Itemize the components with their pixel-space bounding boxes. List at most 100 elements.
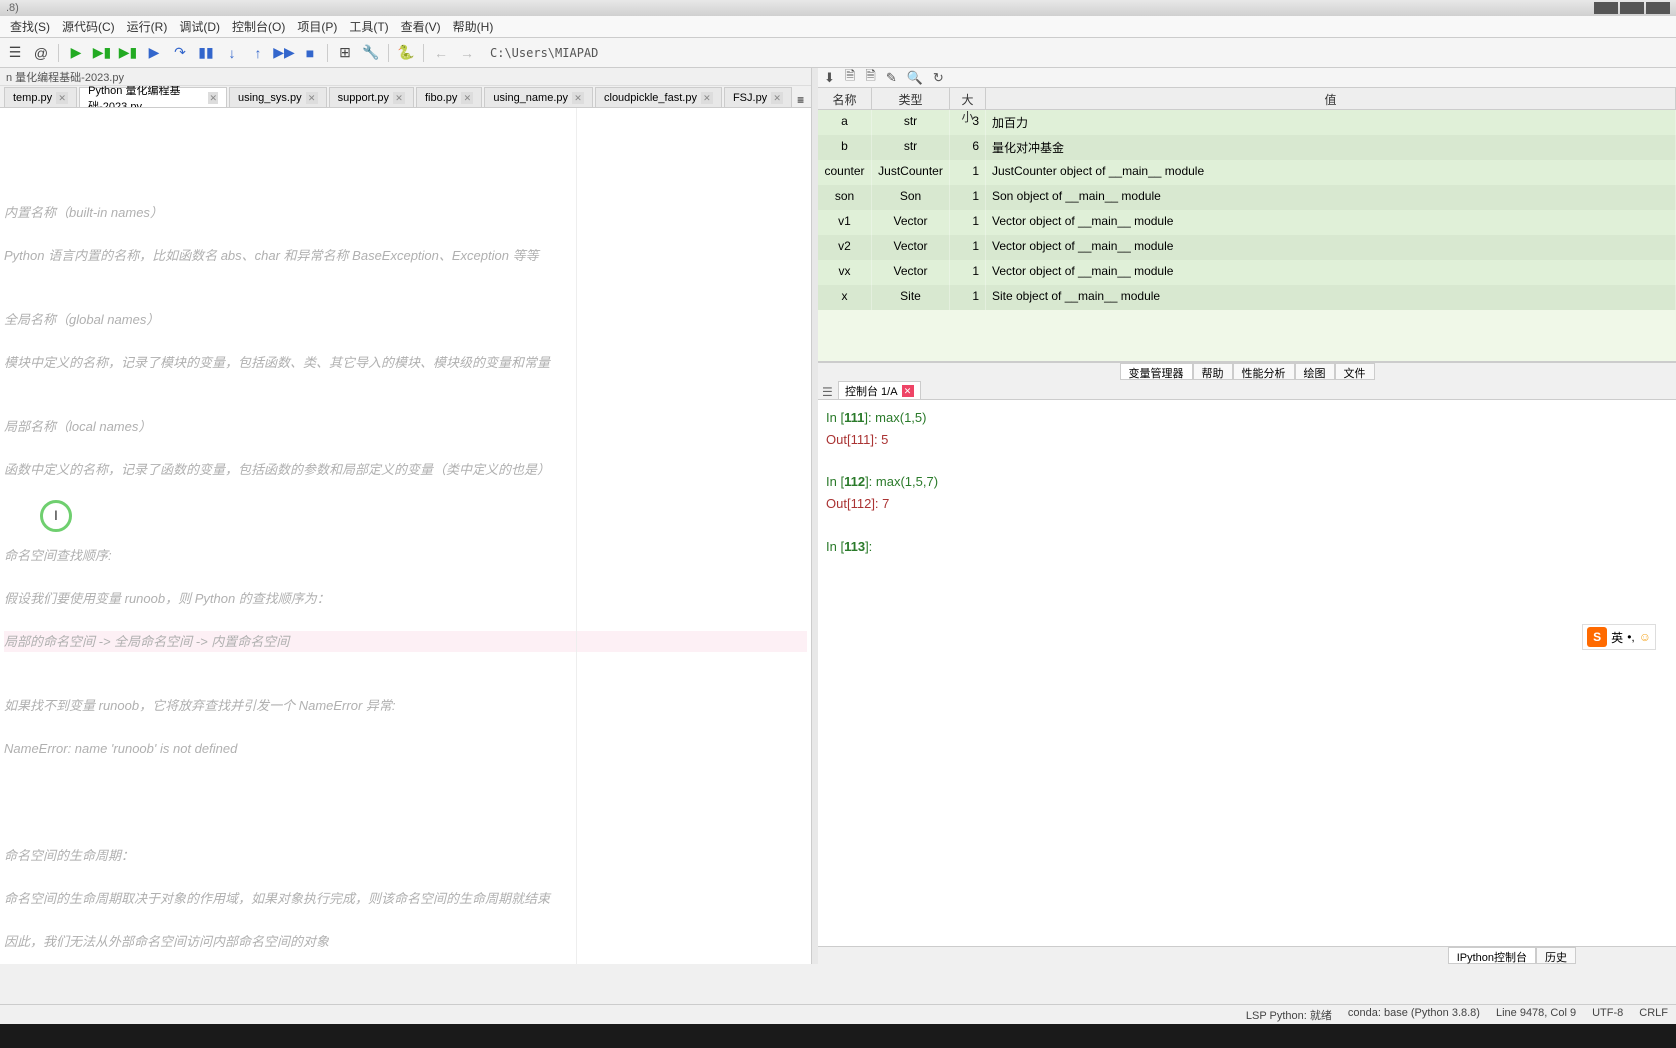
stop-icon[interactable]: ■ bbox=[299, 42, 321, 64]
import-icon[interactable]: ⬇ bbox=[824, 70, 835, 86]
back-icon[interactable]: ← bbox=[430, 42, 452, 64]
run-cell-advance-icon[interactable]: ▶▮ bbox=[117, 42, 139, 64]
menu-item[interactable]: 查找(S) bbox=[4, 16, 56, 37]
close-icon[interactable]: ✕ bbox=[902, 385, 914, 397]
variable-row[interactable]: xSite1Site object of __main__ module bbox=[818, 285, 1676, 310]
separator bbox=[423, 44, 424, 62]
close-icon[interactable]: ✕ bbox=[572, 92, 584, 104]
taskbar[interactable] bbox=[0, 1024, 1676, 1048]
variable-row[interactable]: sonSon1Son object of __main__ module bbox=[818, 185, 1676, 210]
code-line: 命名空间的生命周期： bbox=[4, 848, 134, 863]
variable-row[interactable]: bstr6量化对冲基金 bbox=[818, 135, 1676, 160]
close-icon[interactable]: ✕ bbox=[701, 92, 713, 104]
forward-icon[interactable]: → bbox=[456, 42, 478, 64]
status-line[interactable]: Line 9478, Col 9 bbox=[1496, 1007, 1576, 1023]
save-icon[interactable]: 🗎 bbox=[845, 67, 855, 89]
breadcrumb[interactable]: n 量化编程基础-2023.py bbox=[0, 68, 811, 86]
menu-item[interactable]: 控制台(O) bbox=[226, 16, 291, 37]
code-line bbox=[4, 269, 8, 284]
variable-row[interactable]: astr3加百力 bbox=[818, 110, 1676, 135]
max-button[interactable] bbox=[1620, 2, 1644, 14]
ime-indicator[interactable]: S 英 •, ☺ bbox=[1582, 624, 1656, 650]
explorer-tab[interactable]: 文件 bbox=[1335, 363, 1375, 380]
step-over-icon[interactable]: ↷ bbox=[169, 42, 191, 64]
debug-icon[interactable]: ▶ bbox=[143, 42, 165, 64]
console-menu-icon[interactable]: ☰ bbox=[822, 385, 838, 399]
code-line: 全局名称（global names） bbox=[4, 312, 159, 327]
status-conda[interactable]: conda: base (Python 3.8.8) bbox=[1348, 1007, 1480, 1023]
explorer-tab[interactable]: 绘图 bbox=[1295, 363, 1335, 380]
header-value[interactable]: 值 bbox=[986, 88, 1676, 109]
python-icon[interactable]: 🐍 bbox=[395, 42, 417, 64]
editor-tab[interactable]: cloudpickle_fast.py✕ bbox=[595, 87, 722, 107]
close-icon[interactable]: ✕ bbox=[208, 92, 218, 104]
menu-item[interactable]: 查看(V) bbox=[395, 16, 447, 37]
console-tab[interactable]: 控制台 1/A ✕ bbox=[838, 381, 921, 399]
variable-row[interactable]: counterJustCounter1JustCounter object of… bbox=[818, 160, 1676, 185]
separator bbox=[327, 44, 328, 62]
variable-row[interactable]: v1Vector1Vector object of __main__ modul… bbox=[818, 210, 1676, 235]
menu-icon[interactable]: ☰ bbox=[4, 42, 26, 64]
close-icon[interactable]: ✕ bbox=[461, 92, 473, 104]
tabs-menu-icon[interactable]: ≡ bbox=[794, 93, 807, 107]
ime-logo-icon: S bbox=[1587, 627, 1607, 647]
close-icon[interactable]: ✕ bbox=[306, 92, 318, 104]
emoji-icon[interactable]: ☺ bbox=[1639, 630, 1651, 644]
code-line bbox=[4, 569, 8, 584]
code-line bbox=[4, 398, 8, 413]
status-eol[interactable]: CRLF bbox=[1639, 1007, 1668, 1023]
code-editor[interactable]: 内置名称（built-in names） Python 语言内置的名称，比如函数… bbox=[0, 108, 811, 964]
continue-icon[interactable]: ▶▶ bbox=[273, 42, 295, 64]
explorer-tab[interactable]: 帮助 bbox=[1193, 363, 1233, 380]
variable-row[interactable]: vxVector1Vector object of __main__ modul… bbox=[818, 260, 1676, 285]
header-type[interactable]: 类型 bbox=[872, 88, 950, 109]
pause-icon[interactable]: ▮▮ bbox=[195, 42, 217, 64]
editor-tab[interactable]: using_name.py✕ bbox=[484, 87, 593, 107]
editor-tab[interactable]: support.py✕ bbox=[329, 87, 414, 107]
menu-item[interactable]: 源代码(C) bbox=[56, 16, 121, 37]
menu-item[interactable]: 帮助(H) bbox=[447, 16, 500, 37]
explorer-tab[interactable]: 性能分析 bbox=[1233, 363, 1295, 380]
close-icon[interactable]: ✕ bbox=[393, 92, 405, 104]
clear-icon[interactable]: ✎ bbox=[886, 70, 897, 86]
layout-icon[interactable]: ⊞ bbox=[334, 42, 356, 64]
code-line: 如果找不到变量 runoob，它将放弃查找并引发一个 NameError 异常: bbox=[4, 698, 396, 713]
working-dir[interactable]: C:\Users\MIAPAD bbox=[490, 46, 598, 60]
menu-item[interactable]: 项目(P) bbox=[291, 16, 343, 37]
variable-row[interactable]: v2Vector1Vector object of __main__ modul… bbox=[818, 235, 1676, 260]
header-name[interactable]: 名称 bbox=[818, 88, 872, 109]
editor-tab[interactable]: fibo.py✕ bbox=[416, 87, 482, 107]
close-icon[interactable]: ✕ bbox=[56, 92, 68, 104]
status-lsp[interactable]: LSP Python: 就绪 bbox=[1246, 1007, 1332, 1023]
editor-tab[interactable]: Python 量化编程基础-2023.py✕ bbox=[79, 87, 227, 107]
menu-item[interactable]: 调试(D) bbox=[173, 16, 226, 37]
run-icon[interactable]: ▶ bbox=[65, 42, 87, 64]
tab-label: FSJ.py bbox=[733, 92, 767, 104]
menu-item[interactable]: 工具(T) bbox=[343, 16, 394, 37]
editor-tab[interactable]: temp.py✕ bbox=[4, 87, 77, 107]
editor-tab[interactable]: FSJ.py ✕ bbox=[724, 87, 792, 107]
toolbar: ☰ @ ▶ ▶▮ ▶▮ ▶ ↷ ▮▮ ↓ ↑ ▶▶ ■ ⊞ 🔧 🐍 ← → C:… bbox=[0, 38, 1676, 68]
at-icon[interactable]: @ bbox=[30, 42, 52, 64]
status-encoding[interactable]: UTF-8 bbox=[1592, 1007, 1623, 1023]
step-into-icon[interactable]: ↓ bbox=[221, 42, 243, 64]
console-bottom-tab[interactable]: IPython控制台 bbox=[1448, 947, 1536, 964]
run-cell-icon[interactable]: ▶▮ bbox=[91, 42, 113, 64]
menu-item[interactable]: 运行(R) bbox=[121, 16, 174, 37]
refresh-icon[interactable]: ↻ bbox=[933, 70, 944, 86]
header-size[interactable]: 大小 bbox=[950, 88, 986, 109]
variable-cell: a bbox=[818, 110, 872, 135]
variable-cell: str bbox=[872, 135, 950, 160]
close-icon[interactable]: ✕ bbox=[771, 92, 783, 104]
save-as-icon[interactable]: 🗎 bbox=[865, 67, 875, 89]
code-line bbox=[4, 676, 8, 691]
search-icon[interactable]: 🔍 bbox=[907, 70, 923, 86]
close-button[interactable] bbox=[1646, 2, 1670, 14]
explorer-tab[interactable]: 变量管理器 bbox=[1120, 363, 1193, 380]
console-bottom-tab[interactable]: 历史 bbox=[1536, 947, 1576, 964]
settings-icon[interactable]: 🔧 bbox=[360, 42, 382, 64]
step-out-icon[interactable]: ↑ bbox=[247, 42, 269, 64]
ipython-console[interactable]: In [111]: max(1,5) Out[111]: 5 In [112]:… bbox=[818, 400, 1676, 946]
editor-tab[interactable]: using_sys.py✕ bbox=[229, 87, 327, 107]
min-button[interactable] bbox=[1594, 2, 1618, 14]
